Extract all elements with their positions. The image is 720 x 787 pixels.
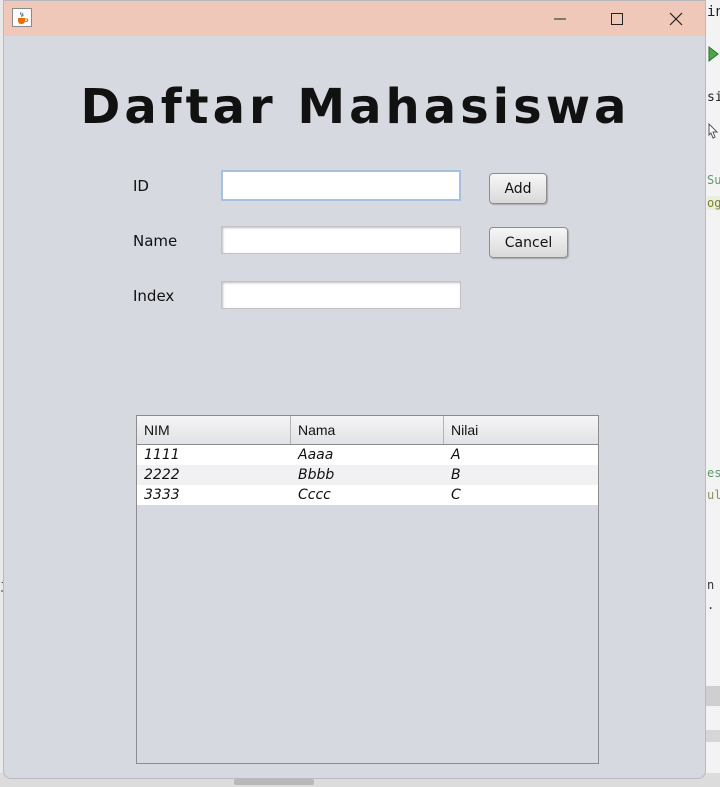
add-button[interactable]: Add xyxy=(489,173,547,204)
background-scrollbar-thumb xyxy=(234,779,314,785)
cell-nilai: C xyxy=(451,487,461,503)
background-ide-strip xyxy=(706,0,720,787)
background-code-text: ul xyxy=(707,488,720,502)
name-label: Name xyxy=(133,232,178,250)
cell-nilai: A xyxy=(451,447,461,463)
id-field[interactable] xyxy=(221,170,461,201)
page-title: Daftar Mahasiswa xyxy=(80,79,631,135)
id-label: ID xyxy=(133,177,149,195)
column-header-nama[interactable]: Nama xyxy=(291,416,444,444)
background-panel xyxy=(706,730,720,742)
maximize-icon xyxy=(611,12,623,25)
minimize-button[interactable] xyxy=(537,1,583,36)
maximize-button[interactable] xyxy=(594,1,640,36)
student-table[interactable]: NIM Nama Nilai 1111 Aaaa A 2222 Bbbb B 3… xyxy=(136,415,599,764)
cell-nim: 1111 xyxy=(144,447,180,463)
close-button[interactable] xyxy=(653,1,699,36)
background-code-text: og xyxy=(707,196,720,210)
pointer-icon xyxy=(707,122,719,140)
column-header-nilai[interactable]: Nilai xyxy=(444,416,598,444)
background-code-text: . xyxy=(707,598,715,612)
background-ide-tab: si xyxy=(707,90,720,105)
app-window: Daftar Mahasiswa ID Name Index Add Cance… xyxy=(3,0,706,779)
index-label: Index xyxy=(133,287,175,305)
index-field[interactable] xyxy=(221,281,461,309)
table-header: NIM Nama Nilai xyxy=(137,416,598,445)
table-row[interactable]: 2222 Bbbb B xyxy=(137,465,598,485)
cell-nama: Aaaa xyxy=(298,447,334,463)
background-ide-text: in xyxy=(707,4,720,20)
cell-nama: Cccc xyxy=(298,487,331,503)
minimize-icon xyxy=(554,18,566,19)
table-row[interactable]: 1111 Aaaa A xyxy=(137,445,598,465)
cell-nama: Bbbb xyxy=(298,467,335,483)
cell-nim: 2222 xyxy=(144,467,180,483)
close-icon xyxy=(669,12,683,25)
cancel-button[interactable]: Cancel xyxy=(489,227,568,258)
column-header-nim[interactable]: NIM xyxy=(137,416,291,444)
name-field[interactable] xyxy=(221,226,461,254)
background-code-text: n xyxy=(707,578,715,592)
cell-nim: 3333 xyxy=(144,487,180,503)
cell-nilai: B xyxy=(451,467,461,483)
table-row[interactable]: 3333 Cccc C xyxy=(137,485,598,505)
background-panel xyxy=(706,686,720,706)
background-code-text: Su xyxy=(707,173,720,187)
title-bar[interactable] xyxy=(4,1,705,36)
run-icon xyxy=(707,44,719,64)
background-code-text: es xyxy=(707,466,720,480)
java-cup-icon[interactable] xyxy=(12,8,32,27)
